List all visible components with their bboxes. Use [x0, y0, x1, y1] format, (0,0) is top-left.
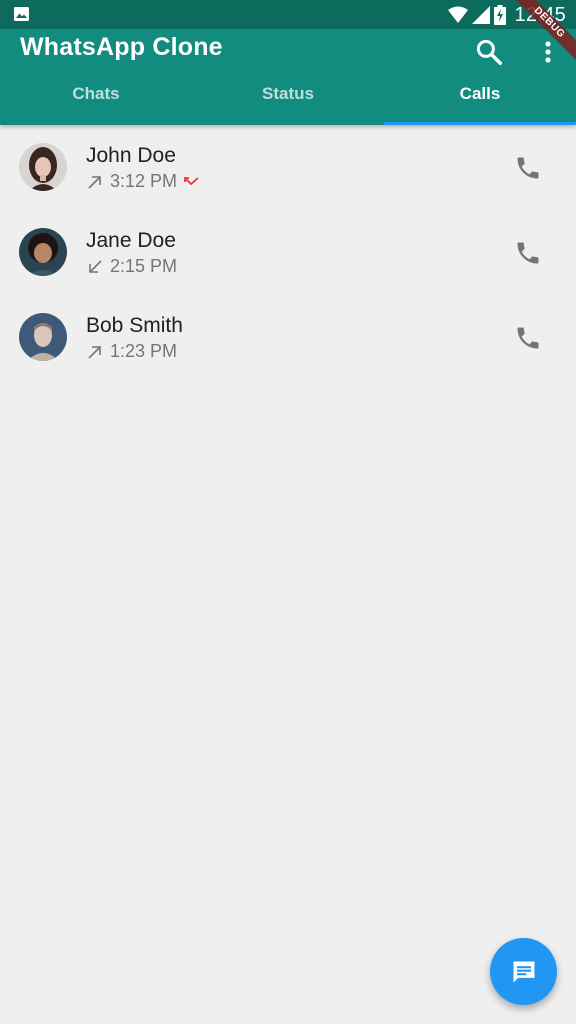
- phone-icon[interactable]: [514, 154, 542, 182]
- contact-name: John Doe: [86, 144, 176, 167]
- contact-name: Bob Smith: [86, 314, 183, 337]
- call-item[interactable]: Bob Smith 1:23 PM: [0, 295, 576, 380]
- phone-icon[interactable]: [514, 239, 542, 267]
- more-vert-icon[interactable]: [538, 37, 558, 67]
- call-info: 2:15 PM: [86, 256, 177, 277]
- call-time: 3:12 PM: [110, 171, 178, 191]
- call-info: 1:23 PM: [86, 341, 177, 362]
- battery-charging-icon: [494, 5, 507, 25]
- avatar[interactable]: [19, 143, 67, 191]
- app-title: WhatsApp Clone: [20, 33, 223, 61]
- call-time: 2:15 PM: [110, 256, 178, 276]
- contact-name: Jane Doe: [86, 229, 176, 252]
- tab-status[interactable]: Status: [192, 75, 384, 125]
- status-time: 12:45: [514, 3, 566, 26]
- signal-icon: [472, 6, 491, 24]
- status-bar: 12:45: [0, 0, 576, 29]
- call-received-icon: [89, 259, 102, 273]
- avatar[interactable]: [19, 313, 67, 361]
- call-missed-icon: [184, 176, 199, 185]
- phone-icon[interactable]: [514, 324, 542, 352]
- tab-bar: Chats Status Calls: [0, 75, 576, 125]
- avatar[interactable]: [19, 228, 67, 276]
- call-item[interactable]: Jane Doe 2:15 PM: [0, 210, 576, 295]
- message-icon: [513, 961, 534, 982]
- call-info: 3:12 PM: [86, 171, 201, 192]
- tab-calls[interactable]: Calls: [384, 75, 576, 125]
- app-bar: WhatsApp Clone Chats Status Calls: [0, 29, 576, 125]
- tab-chats[interactable]: Chats: [0, 75, 192, 125]
- call-time: 1:23 PM: [110, 341, 178, 361]
- wifi-icon: [448, 6, 469, 23]
- call-made-icon: [88, 345, 101, 359]
- search-icon[interactable]: [474, 37, 504, 67]
- gallery-icon: [14, 7, 29, 21]
- new-chat-fab[interactable]: [490, 938, 557, 1005]
- call-made-icon: [88, 175, 101, 189]
- call-item[interactable]: John Doe 3:12 PM: [0, 125, 576, 210]
- call-list: John Doe 3:12 PM Jane Doe 2:15 PM Bob Sm…: [0, 125, 576, 380]
